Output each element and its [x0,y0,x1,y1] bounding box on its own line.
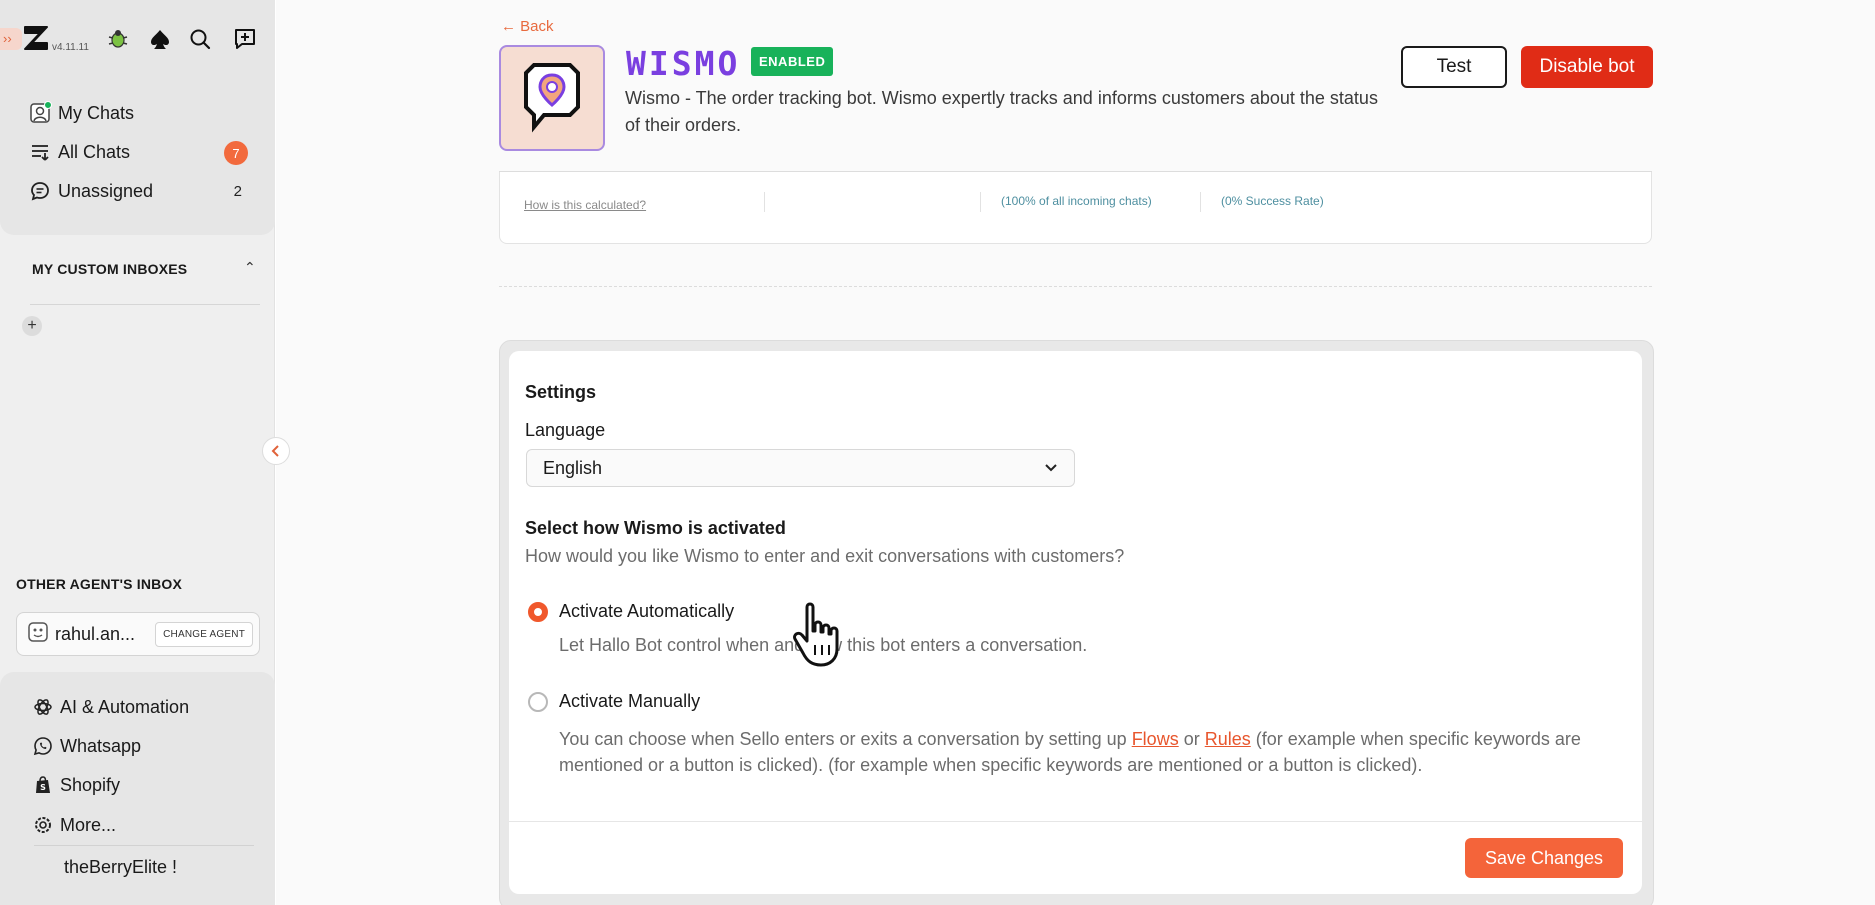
language-select[interactable]: English [526,449,1075,487]
footer-divider [509,821,1642,822]
link-shopify[interactable]: S Shopify [32,771,120,799]
list-filter-icon [28,140,52,164]
radio-activate-automatically[interactable] [528,602,548,622]
search-icon[interactable] [185,24,215,54]
language-value: English [543,457,603,478]
app-version: v4.11.11 [52,42,89,53]
gear-icon [32,814,54,836]
option-description: You can choose when Sello enters or exit… [559,726,1599,778]
bot-description: Wismo - The order tracking bot. Wismo ex… [625,88,1378,135]
nav-label: My Chats [58,102,135,123]
agent-selector[interactable]: rahul.an... CHANGE AGENT [16,612,260,656]
link-label: Whatsapp [60,735,142,756]
stats-card: How is this calculated? (100% of all inc… [499,172,1652,244]
chat-bubble-icon [28,179,52,203]
add-inbox-button[interactable]: + [22,316,42,336]
hand-pointer-cursor-icon [793,602,839,667]
link-label: Shopify [60,774,121,795]
sidebar: ›› v4.11.11 My Chats All Chats 7 Unassig… [0,0,275,905]
stat-separator [1200,192,1201,212]
agent-name: rahul.an... [55,623,136,644]
sidebar-divider [30,304,260,305]
link-label: More... [60,814,117,835]
stat-separator [980,192,981,212]
section-divider [499,286,1652,287]
shopify-icon: S [32,774,54,796]
option-label[interactable]: Activate Manually [559,691,700,712]
avatar-chat-icon [28,101,52,125]
radio-activate-manually[interactable] [528,692,548,712]
custom-inboxes-title: MY CUSTOM INBOXES [32,261,188,277]
settings-title: Settings [525,382,597,402]
chevron-up-icon[interactable]: ⌃ [244,259,256,276]
nav-unassigned[interactable]: Unassigned [28,176,153,206]
back-link[interactable]: ← Back [501,18,554,35]
disable-bot-button[interactable]: Disable bot [1521,46,1653,88]
option-label[interactable]: Activate Automatically [559,601,734,622]
sidebar-divider [34,845,254,846]
nav-my-chats[interactable]: My Chats [28,98,134,128]
link-ai-automation[interactable]: AI & Automation [32,693,189,721]
link-more[interactable]: More... [32,811,116,839]
chevron-down-icon [1045,464,1057,472]
openai-icon [32,696,54,718]
status-badge: ENABLED [751,47,834,76]
stat-separator [764,192,765,212]
spade-icon[interactable] [145,24,175,54]
activation-title: Select how Wismo is activated [525,518,786,538]
nav-label: Unassigned [58,180,154,201]
description-text: or [1178,729,1205,749]
rules-link[interactable]: Rules [1205,729,1251,749]
change-agent-button[interactable]: CHANGE AGENT [155,621,253,647]
agent-avatar-icon [27,621,49,648]
main-content: ← Back WISMO ENABLED Wismo - The order t… [276,0,1875,905]
flows-link[interactable]: Flows [1132,729,1179,749]
whatsapp-icon [32,735,54,757]
link-whatsapp[interactable]: Whatsapp [32,732,141,760]
settings-card [509,351,1642,894]
zoko-logo [24,26,48,50]
bot-avatar [499,45,605,151]
unassigned-count: 2 [233,183,242,200]
bot-name: WISMO [626,44,741,83]
stat-caption: (100% of all incoming chats) [1001,194,1152,208]
description-text: You can choose when Sello enters or exit… [559,729,1132,749]
nav-all-chats[interactable]: All Chats [28,137,250,167]
other-agents-title: OTHER AGENT'S INBOX [16,576,183,592]
stat-caption: (0% Success Rate) [1221,194,1324,208]
expand-sidebar-icon[interactable]: ›› [0,28,22,50]
how-calculated-link[interactable]: How is this calculated? [524,198,646,212]
nav-label: All Chats [58,141,131,162]
test-button[interactable]: Test [1401,46,1507,88]
new-chat-icon[interactable] [230,24,260,54]
save-changes-button[interactable]: Save Changes [1465,838,1623,878]
svg-text:S: S [40,783,46,792]
online-dot [44,101,52,109]
language-label: Language [525,420,606,440]
all-chats-count-badge: 7 [224,141,248,165]
bug-icon[interactable] [103,24,133,54]
link-label: AI & Automation [60,696,190,717]
collapse-sidebar-button[interactable] [262,437,290,465]
location-pin-chat-icon [524,63,580,133]
current-user-name[interactable]: theBerryElite ! [64,857,177,878]
activation-subtitle: How would you like Wismo to enter and ex… [525,546,1125,566]
